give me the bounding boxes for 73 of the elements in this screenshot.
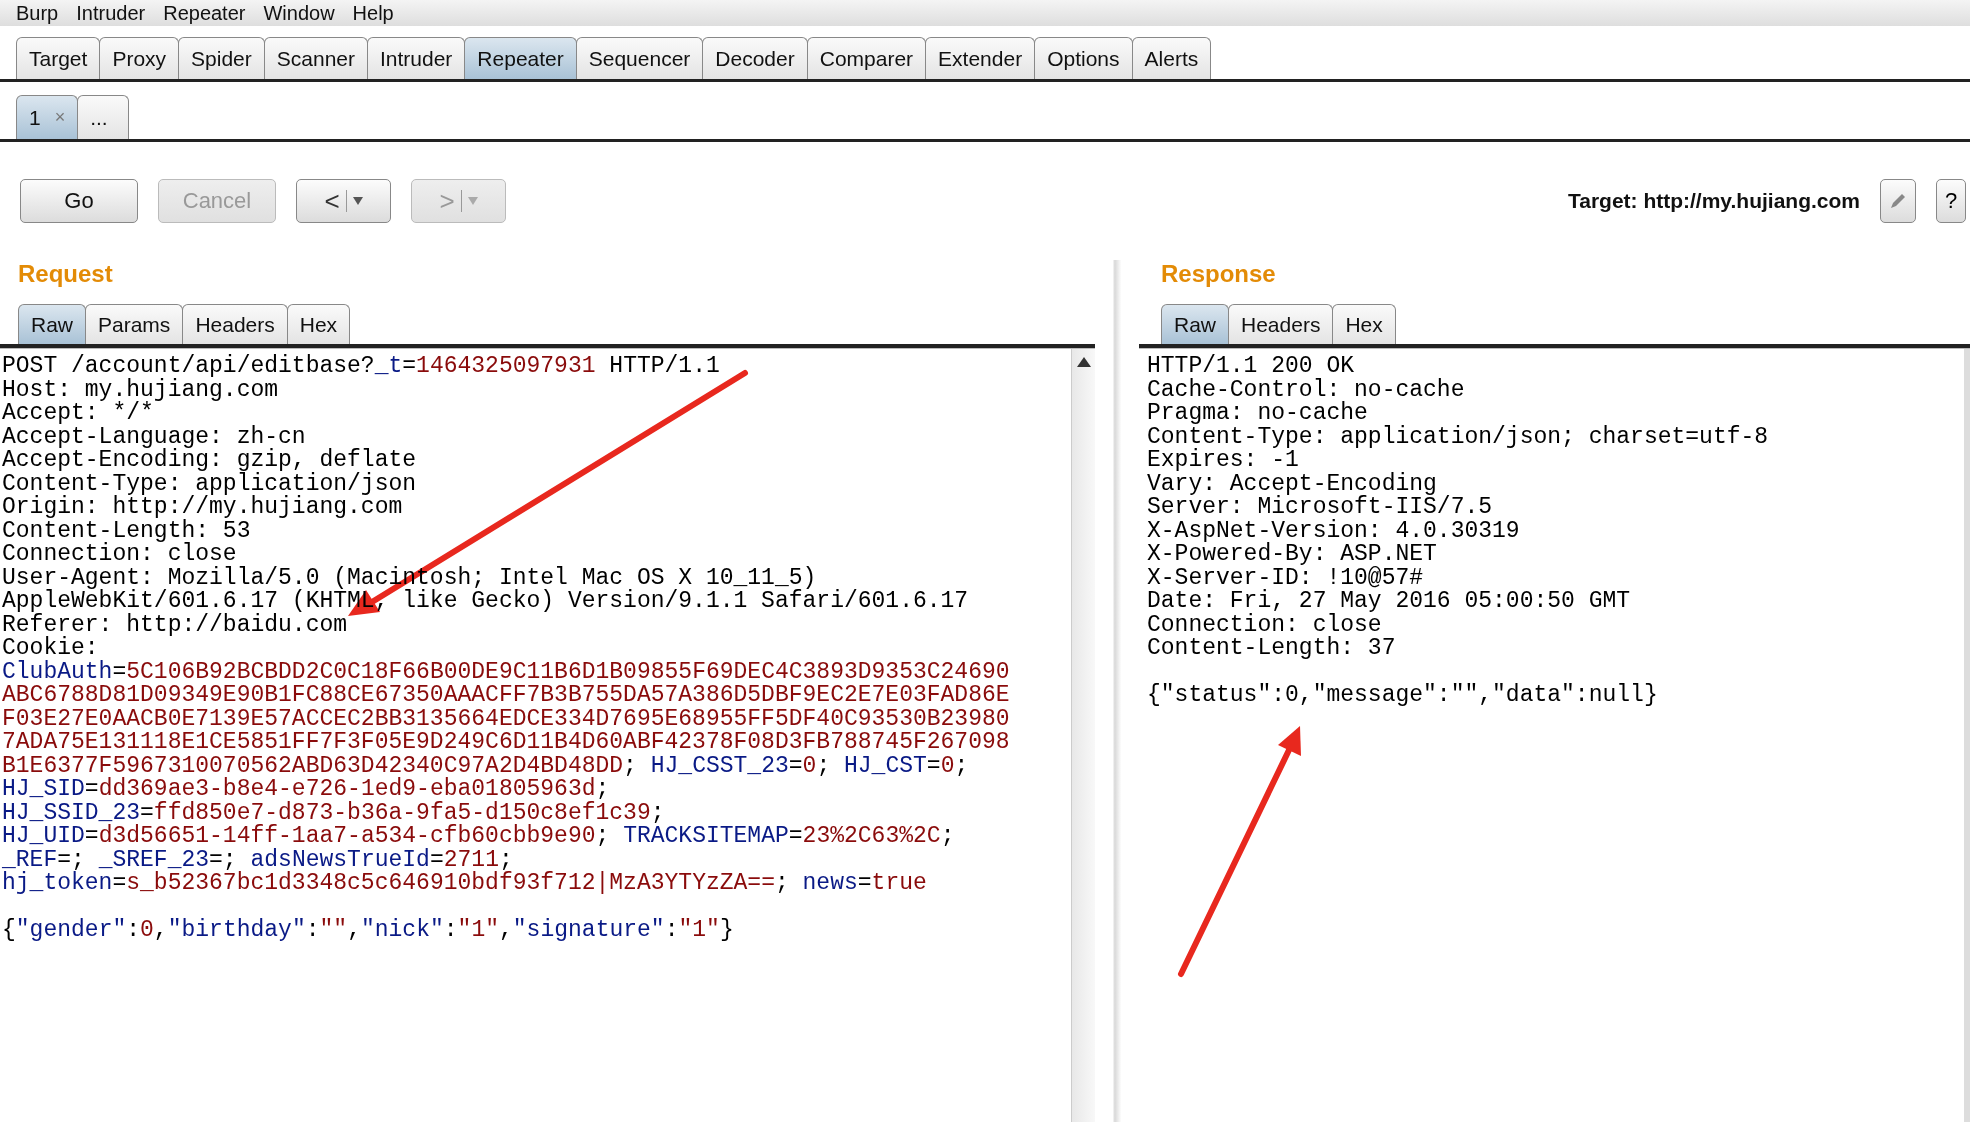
- code-line: Cookie:: [2, 637, 99, 661]
- response-title: Response: [1160, 260, 1277, 289]
- main-tab[interactable]: Decoder: [702, 37, 808, 79]
- code-line: 7ADA75E131118E1CE5851FF7F3F05E9D249C6D11B4D60ABF42378F08D3FB788745F267098: [2, 731, 1011, 755]
- request-title: Request: [17, 260, 114, 289]
- target-label: Target: http://my.hujiang.com: [1567, 189, 1860, 213]
- code-line: Content-Type: application/json; charset=utf-8: [1147, 425, 1770, 449]
- code-line: _REF=; _SREF_23=; adsNewsTrueId=2711;: [2, 848, 513, 872]
- code-line: Date: Fri, 27 May 2016 05:00:50 GMT: [1147, 590, 1632, 614]
- main-tab[interactable]: Intruder: [367, 37, 466, 79]
- request-tab[interactable]: Params: [85, 304, 184, 344]
- session-tab[interactable]: 1 ×: [16, 95, 79, 139]
- main-tab[interactable]: Repeater: [464, 37, 577, 79]
- code-line: {"gender":0,"birthday":"","nick":"1","signature":"1"}: [2, 919, 735, 943]
- code-line: Server: Microsoft-IIS/7.5: [1147, 496, 1494, 520]
- code-line: Origin: http://my.hujiang.com: [2, 496, 403, 520]
- code-line: Vary: Accept-Encoding: [1147, 472, 1437, 496]
- request-tab[interactable]: Hex: [286, 304, 351, 344]
- main-tab[interactable]: Comparer: [806, 37, 927, 79]
- menu-item[interactable]: Window: [263, 1, 335, 25]
- code-line: HJ_UID=d3d56651-14ff-1aa7-a534-cfb60cbb9e90; TRACKSITEMAP=23%2C63%2C;: [2, 825, 956, 849]
- main-tab[interactable]: Proxy: [99, 37, 180, 79]
- code-line: Accept: */*: [2, 402, 154, 426]
- main-tab[interactable]: Spider: [178, 37, 265, 79]
- code-line: {"status":0,"message":"","data":null}: [1147, 684, 1659, 708]
- code-line: ABC6788D81D09349E90B1FC88CE67350AAACFF7B3B755DA57A386D5DBF9EC2E7E03FAD86E: [2, 684, 1011, 708]
- up-arrow-icon[interactable]: [1076, 357, 1091, 367]
- code-line: HJ_SSID_23=ffd850e7-d873-b36a-9fa5-d150c8ef1c39;: [2, 801, 666, 825]
- code-line: Accept-Language: zh-cn: [2, 425, 307, 449]
- code-line: Connection: close: [2, 543, 237, 567]
- code-line: hj_token=s_b52367bc1d3348c5c646910bdf93f712|MzA3YTYzZA==; news=true: [2, 872, 928, 896]
- code-line: Content-Type: application/json: [2, 472, 418, 496]
- code-line: HJ_SID=dd369ae3-b8e4-e726-1ed9-eba01805963d;: [2, 778, 610, 802]
- code-line: F03E27E0AACB0E7139E57ACCEC2BB3135664EDCE334D7695E68955FF5DF40C93530B23980: [2, 707, 1011, 731]
- main-tab[interactable]: Target: [16, 37, 101, 79]
- code-line: Content-Length: 53: [2, 519, 251, 543]
- help-button[interactable]: ?: [1936, 179, 1966, 223]
- main-tab[interactable]: Extender: [925, 37, 1036, 79]
- code-line: X-AspNet-Version: 4.0.30319: [1147, 519, 1521, 543]
- code-line: X-Powered-By: ASP.NET: [1147, 543, 1438, 567]
- menu-item[interactable]: Repeater: [163, 1, 246, 25]
- code-line: Pragma: no-cache: [1147, 402, 1368, 426]
- code-line: X-Server-ID: !10@57#: [1147, 566, 1425, 590]
- code-line: Cache-Control: no-cache: [1147, 378, 1466, 402]
- menu-item[interactable]: Burp: [16, 1, 59, 25]
- response-tab[interactable]: Hex: [1332, 304, 1396, 344]
- menu-item[interactable]: Help: [352, 1, 394, 25]
- code-line: Expires: -1: [1147, 449, 1299, 473]
- scrollbar[interactable]: [1071, 349, 1095, 1122]
- code-line: Accept-Encoding: gzip, deflate: [2, 449, 418, 473]
- caret-icon: [352, 197, 363, 205]
- main-tab[interactable]: Options: [1034, 37, 1133, 79]
- response-tab[interactable]: Raw: [1161, 304, 1229, 344]
- code-line: Content-Length: 37: [1147, 637, 1397, 661]
- back-button[interactable]: <: [296, 179, 391, 223]
- request-tab[interactable]: Raw: [18, 304, 86, 344]
- main-tab[interactable]: Alerts: [1131, 37, 1212, 79]
- code-line: Connection: close: [1147, 613, 1383, 637]
- caret-icon: [467, 197, 478, 205]
- go-button[interactable]: Go: [20, 179, 138, 223]
- code-line: ClubAuth=5C106B92BCBDD2C0C18F66B00DE9C11B6D1B09855F69DEC4C3893D9353C24690: [2, 660, 1011, 684]
- main-tab[interactable]: Sequencer: [575, 37, 704, 79]
- edit-button[interactable]: [1880, 179, 1916, 223]
- code-line: Host: my.hujiang.com: [2, 378, 279, 402]
- code-line: Referer: http://baidu.com: [2, 613, 348, 637]
- menu-item[interactable]: Intruder: [76, 1, 146, 25]
- code-line: B1E6377F5967310070562ABD63D42340C97A2D4BD48DD; HJ_CSST_23=0; HJ_CST=0;: [2, 754, 970, 778]
- main-tab[interactable]: Scanner: [263, 37, 368, 79]
- response-tab[interactable]: Headers: [1228, 304, 1334, 344]
- code-line: HTTP/1.1 200 OK: [1147, 355, 1356, 379]
- session-tab[interactable]: ...: [77, 95, 130, 139]
- code-line: POST /account/api/editbase?_t=1464325097931 HTTP/1.1: [2, 355, 721, 379]
- request-tab[interactable]: Headers: [182, 304, 288, 344]
